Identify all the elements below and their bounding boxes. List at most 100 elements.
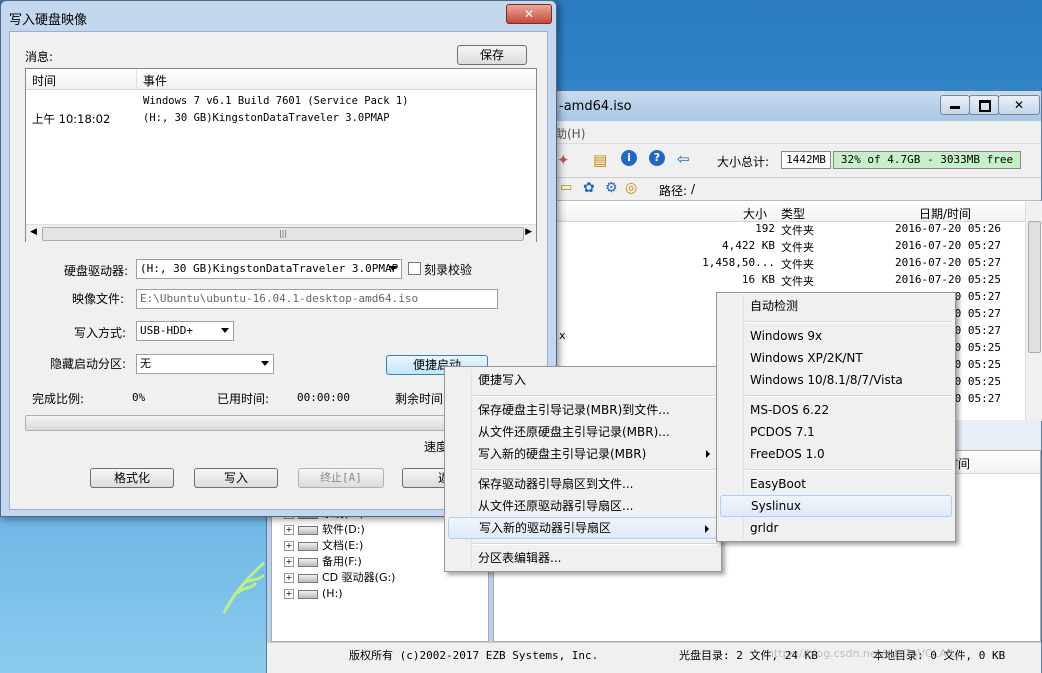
log-col-event[interactable]: 事件 — [143, 72, 167, 89]
progress-label: 完成比例: — [32, 392, 85, 406]
menu-item-write-mbr[interactable]: 写入新的硬盘主引导记录(MBR) — [448, 443, 718, 465]
chevron-right-icon — [705, 525, 709, 533]
menu-item-save-mbr[interactable]: 保存硬盘主引导记录(MBR)到文件... — [448, 399, 718, 421]
save-log-button[interactable]: 保存 — [457, 45, 527, 65]
write-mode-select[interactable]: USB-HDD+ — [136, 321, 234, 341]
file-row-size: 1,458,50... — [702, 256, 775, 269]
expand-icon[interactable]: + — [284, 557, 294, 567]
tree-item-drive[interactable]: + (H:) — [284, 586, 343, 602]
log-time: 上午 10:18:02 — [32, 112, 111, 126]
write-button[interactable]: 写入 — [194, 468, 278, 488]
submenu-item-winxp[interactable]: Windows XP/2K/NT — [720, 347, 952, 369]
menu-item-partition-editor[interactable]: 分区表编辑器... — [448, 547, 718, 569]
desktop-leaf-graphic — [220, 555, 268, 615]
refresh-icon[interactable]: ◎ — [625, 180, 637, 196]
hidden-part-label: 隐藏启动分区: — [50, 357, 127, 371]
drive-label: 硬盘驱动器: — [64, 264, 129, 278]
file-row-size: 16 KB — [741, 273, 775, 286]
file-row-type: 文件夹 — [781, 224, 814, 237]
submenu-item-pcdos[interactable]: PCDOS 7.1 — [720, 421, 952, 443]
file-row-type: 文件夹 — [781, 258, 814, 271]
menu-item-restore-boot-sector[interactable]: 从文件还原驱动器引导扇区... — [448, 495, 718, 517]
menu-separator — [745, 321, 952, 323]
submenu-item-win9x[interactable]: Windows 9x — [720, 325, 952, 347]
capacity-text: 32% of 4.7GB - 3033MB free — [840, 153, 1014, 166]
image-file-label: 映像文件: — [72, 292, 125, 306]
dialog-title-bar: 写入硬盘映像 ✕ — [1, 1, 556, 31]
size-total-label: 大小总计: — [717, 155, 770, 169]
main-window-title: -amd64.iso — [559, 99, 632, 114]
file-row-type: 文件夹 — [781, 275, 814, 288]
log-header: 时间 事件 — [26, 69, 536, 90]
drive-icon — [298, 557, 318, 567]
stop-button[interactable]: 终止[A] — [298, 468, 384, 488]
submenu-item-msdos[interactable]: MS-DOS 6.22 — [720, 399, 952, 421]
menu-help[interactable]: 助(H) — [555, 125, 585, 142]
capacity-bar: 32% of 4.7GB - 3033MB free — [833, 151, 1021, 169]
progress-value: 0% — [132, 391, 146, 404]
write-mode-label: 写入方式: — [74, 326, 127, 340]
expand-icon[interactable]: + — [284, 541, 294, 551]
submenu-item-win10[interactable]: Windows 10/8.1/8/7/Vista — [720, 369, 952, 391]
col-date[interactable]: 日期/时间 — [919, 205, 971, 222]
menu-separator — [745, 395, 952, 397]
message-log: 时间 事件 Windows 7 v6.1 Build 7601 (Service… — [25, 68, 537, 242]
status-copyright: 版权所有 (c)2002-2017 EZB Systems, Inc. — [349, 649, 599, 662]
menu-separator — [745, 469, 952, 471]
log-col-divider[interactable] — [136, 69, 137, 89]
verify-checkbox[interactable] — [408, 262, 421, 275]
file-list-scrollbar[interactable] — [1025, 201, 1042, 421]
log-line-os: Windows 7 v6.1 Build 7601 (Service Pack … — [143, 95, 409, 107]
dialog-title: 写入硬盘映像 — [9, 13, 88, 28]
submenu-item-auto-detect[interactable]: 自动检测 — [720, 295, 952, 317]
remaining-label: 剩余时间 — [395, 392, 444, 406]
menu-separator — [473, 469, 718, 471]
submenu-item-freedos[interactable]: FreeDOS 1.0 — [720, 443, 952, 465]
maximize-button[interactable] — [969, 95, 999, 115]
expand-icon[interactable]: + — [284, 525, 294, 535]
chevron-right-icon — [706, 450, 710, 458]
drive-select-value: (H:, 30 GB)KingstonDataTraveler 3.0PMAP — [140, 262, 399, 275]
elapsed-value: 00:00:00 — [297, 391, 350, 404]
menu-item-quick-write[interactable]: 便捷写入 — [448, 369, 718, 391]
folder-up-icon[interactable]: ▭ — [560, 180, 572, 195]
log-col-time[interactable]: 时间 — [32, 72, 56, 89]
col-type[interactable]: 类型 — [781, 205, 805, 222]
expand-icon[interactable]: + — [284, 589, 294, 599]
gear-icon[interactable]: ✿ — [583, 180, 595, 196]
submenu-item-easyboot[interactable]: EasyBoot — [720, 473, 952, 495]
menu-item-write-boot-sector[interactable]: 写入新的驱动器引导扇区 — [448, 517, 718, 539]
tree-item-drive[interactable]: + 备用(F:) — [284, 554, 362, 570]
tree-item-drive[interactable]: + CD 驱动器(G:) — [284, 570, 395, 586]
help-icon[interactable]: ? — [649, 150, 665, 166]
chevron-down-icon — [261, 361, 269, 366]
minimize-button[interactable] — [940, 95, 970, 115]
exit-icon[interactable]: ⇦ — [677, 150, 690, 168]
file-row-date: 2016-07-20 05:25 — [895, 273, 1001, 286]
submenu-item-grldr[interactable]: grldr — [720, 517, 952, 539]
settings-icon[interactable]: ⚙ — [605, 180, 618, 196]
menu-item-restore-mbr[interactable]: 从文件还原硬盘主引导记录(MBR)... — [448, 421, 718, 443]
info-icon[interactable]: i — [621, 150, 637, 166]
tool-icon-1[interactable]: ✦ — [557, 151, 570, 169]
close-button[interactable]: ✕ — [998, 95, 1040, 115]
properties-icon[interactable]: ▤ — [593, 151, 607, 169]
tree-item-drive[interactable]: + 文档(E:) — [284, 538, 363, 554]
log-hscrollbar[interactable]: ◀ ||| ▶ — [26, 224, 536, 242]
image-file-input[interactable]: E:\Ubuntu\ubuntu-16.04.1-desktop-amd64.i… — [136, 289, 498, 309]
expand-icon[interactable]: + — [284, 573, 294, 583]
quick-boot-menu: 便捷写入 保存硬盘主引导记录(MBR)到文件... 从文件还原硬盘主引导记录(M… — [444, 366, 722, 572]
dialog-close-button[interactable]: ✕ — [506, 4, 552, 24]
format-button[interactable]: 格式化 — [90, 468, 174, 488]
hidden-part-select[interactable]: 无 — [136, 354, 274, 374]
file-row-date: 2016-07-20 05:26 — [895, 222, 1001, 235]
submenu-item-syslinux[interactable]: Syslinux — [720, 495, 952, 517]
drive-select[interactable]: (H:, 30 GB)KingstonDataTraveler 3.0PMAP — [136, 259, 402, 279]
col-size[interactable]: 大小 — [743, 205, 767, 222]
tree-item-label: 文档(E:) — [322, 539, 364, 552]
tree-item-label: (H:) — [322, 587, 343, 600]
menu-item-save-boot-sector[interactable]: 保存驱动器引导扇区到文件... — [448, 473, 718, 495]
file-row-date: 2016-07-20 05:27 — [895, 239, 1001, 252]
hidden-part-value: 无 — [140, 357, 151, 370]
tree-item-drive[interactable]: + 软件(D:) — [284, 522, 365, 538]
